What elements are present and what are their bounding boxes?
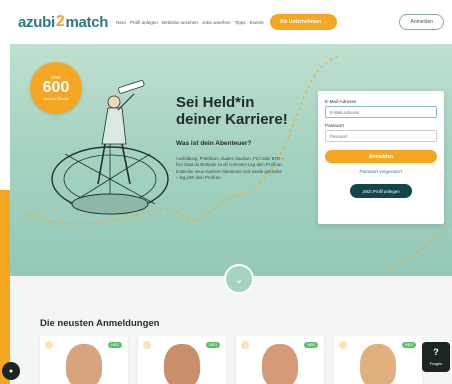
logo-mark: 2 [55,13,65,30]
badge-number: 600 [42,79,70,96]
help-button[interactable]: ? Fragen [422,342,450,372]
password-input[interactable] [325,130,437,142]
badge-suffix: Azubis/ Studis [43,96,69,101]
new-badge: NEU [205,342,220,348]
new-badge: NEU [107,342,122,348]
create-profile-button[interactable]: Jetzt Profil anlegen [350,184,412,198]
header-login-button[interactable]: Anmelden [399,14,444,30]
scroll-down-button[interactable]: ⌄ [224,264,254,294]
favorite-icon[interactable] [339,341,347,349]
avatar [262,344,298,384]
logo[interactable]: azubi 2 match [18,13,108,31]
nav-item-neu[interactable]: Neu! [116,20,126,25]
nav-item-betriebe[interactable]: Betriebe ansehen [162,20,198,25]
registration-card[interactable]: NEU [40,336,128,384]
registration-card[interactable]: NEU [236,336,324,384]
new-registrations-heading: Die neusten Anmeldungen [40,318,160,329]
hero-title-line-1: Sei Held*in [176,94,255,111]
email-label: E-Mail-Adresse [325,99,357,104]
top-header: azubi 2 match Neu! Profil anlegen Betrie… [10,0,452,44]
chat-icon: ● [8,367,14,375]
registration-card[interactable]: NEU [334,336,422,384]
favorite-icon[interactable] [241,341,249,349]
logo-text-match: match [65,13,109,31]
hero-title-line-2: deiner Karriere! [176,111,288,128]
email-input[interactable] [325,106,437,118]
hero-section: Über 600 Azubis/ Studis Sei Held*in dein… [10,44,452,294]
registrations-count-badge: Über 600 Azubis/ Studis [30,62,82,114]
main-nav: Neu! Profil anlegen Betriebe ansehen Job… [116,20,264,25]
hero-description: Ausbildung, Praktikum, duales Studium, F… [176,156,284,180]
login-submit-button[interactable]: Anmelden [325,150,437,163]
registration-cards: NEU NEU NEU NEU [40,336,422,384]
new-badge: NEU [401,342,416,348]
dashed-path-right [389,223,451,270]
chat-button[interactable]: ● [2,362,20,380]
nav-item-tipps[interactable]: Tipps [235,20,246,25]
company-register-button[interactable]: Als Unternehmen → [269,14,338,30]
logo-text-azubi: azubi [18,13,55,31]
nav-item-jobs[interactable]: Jobs ansehen [202,20,231,25]
page-screenshot: azubi 2 match Neu! Profil anlegen Betrie… [10,0,452,384]
new-badge: NEU [303,342,318,348]
person-with-telescope-illustration [97,80,145,185]
favorite-icon[interactable] [45,341,53,349]
avatar [164,344,200,384]
forgot-password-link[interactable]: Passwort vergessen? [325,169,437,174]
nav-item-events[interactable]: Events [250,20,264,25]
login-card: E-Mail-Adresse Passwort Anmelden Passwor… [318,91,444,224]
question-icon: ? [433,347,439,357]
nav-item-profil-anlegen[interactable]: Profil anlegen [130,20,158,25]
avatar [360,344,396,384]
favorite-icon[interactable] [143,341,151,349]
registration-card[interactable]: NEU [138,336,226,384]
hero-subtitle: Was ist dein Abenteuer? [176,140,252,147]
password-label: Passwort [325,123,344,128]
chevron-down-icon: ⌄ [234,273,244,286]
help-label: Fragen [429,361,443,366]
avatar [66,344,102,384]
hero-title: Sei Held*in deiner Karriere! [176,94,288,128]
compass-illustration [51,144,169,215]
